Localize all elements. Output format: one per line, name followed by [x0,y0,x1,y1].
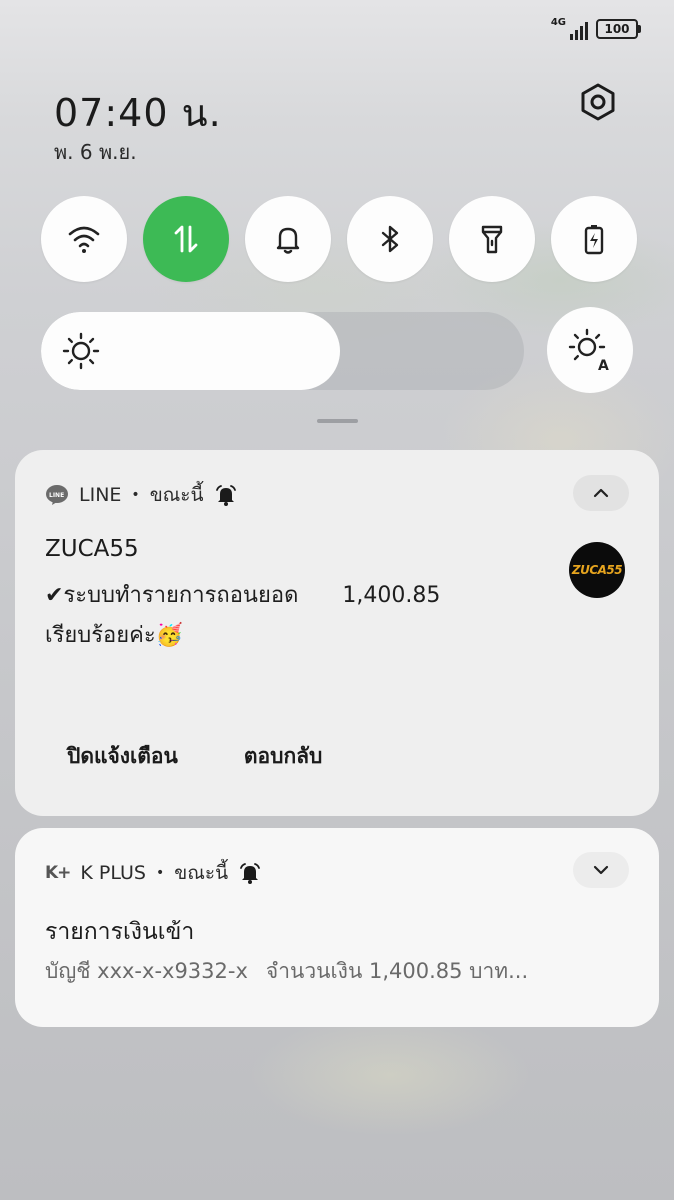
message-amount: จำนวนเงิน 1,400.85 บาท... [265,959,529,983]
data-transfer-icon [174,225,198,253]
notification-title: ZUCA55 [45,536,139,562]
line-app-icon: LINE [46,485,68,505]
battery-icon [584,225,604,255]
chevron-up-icon [593,488,609,498]
notification-line[interactable]: LINE LINE • ขณะนี้ ZUCA55 ✔ระบบทำรายการถ… [15,450,659,816]
alarm-bell-icon [215,485,236,506]
kplus-app-icon: K+ [45,863,71,883]
notification-body: ✔ระบบทำรายการถอนยอด 1,400.85 เรียบร้อยค่… [45,576,440,656]
bell-icon [276,227,300,254]
svg-text:LINE: LINE [49,492,64,499]
bluetooth-toggle[interactable] [347,196,433,282]
separator: • [131,487,140,503]
flashlight-toggle[interactable] [449,196,535,282]
sun-icon [62,332,100,370]
wifi-toggle[interactable] [41,196,127,282]
reply-button[interactable]: ตอบกลับ [244,740,323,773]
clock-time: 07:40 น. [54,91,222,135]
bluetooth-icon [381,225,399,253]
battery-level: 100 [604,22,630,36]
status-bar: 4G 100 [551,18,641,40]
notification-actions: ปิดแจ้งเตือน ตอบกลับ [67,740,322,773]
auto-brightness-icon: A [568,328,609,372]
notification-header: LINE LINE • ขณะนี้ [45,480,238,510]
chevron-down-icon [593,865,609,875]
separator: • [156,865,165,881]
alarm-bell-icon [240,863,260,884]
signal-icon: 4G [551,18,588,40]
battery-indicator: 100 [596,19,641,39]
clock-date: พ. 6 พ.ย. [54,140,137,164]
battery-saver-toggle[interactable] [551,196,637,282]
notification-header: K+ K PLUS • ขณะนี้ [45,858,262,888]
account-number: บัญชี xxx-x-x9332-x [45,959,248,983]
message-line: เรียบร้อยค่ะ🥳 [45,623,184,648]
drag-handle[interactable] [317,419,358,423]
expand-button[interactable] [573,852,629,888]
mobile-data-toggle[interactable] [143,196,229,282]
notification-body: บัญชี xxx-x-x9332-x จำนวนเงิน 1,400.85 บา… [45,955,528,988]
avatar-logo-text: ZUCA55 [571,563,623,577]
notification-time: ขณะนี้ [174,862,229,884]
sound-toggle[interactable] [245,196,331,282]
wifi-icon [68,226,100,253]
app-name: LINE [79,484,122,506]
svg-text:A: A [598,358,609,372]
message-line: ✔ระบบทำรายการถอนยอด [45,583,299,608]
collapse-button[interactable] [573,475,629,511]
settings-gear-icon[interactable] [576,80,620,124]
sender-avatar: ZUCA55 [569,542,625,598]
app-name: K PLUS [80,862,146,884]
message-amount: 1,400.85 [342,583,441,608]
notification-kplus[interactable]: K+ K PLUS • ขณะนี้ รายการเงินเข้า บัญชี … [15,828,659,1027]
auto-brightness-button[interactable]: A [547,307,633,393]
network-type-label: 4G [550,17,566,28]
brightness-slider[interactable] [41,312,524,390]
notification-title: รายการเงินเข้า [45,919,195,945]
quick-toggles [41,196,637,282]
notification-time: ขณะนี้ [149,484,204,506]
flashlight-icon [481,225,503,254]
dismiss-notification-button[interactable]: ปิดแจ้งเตือน [67,740,178,773]
